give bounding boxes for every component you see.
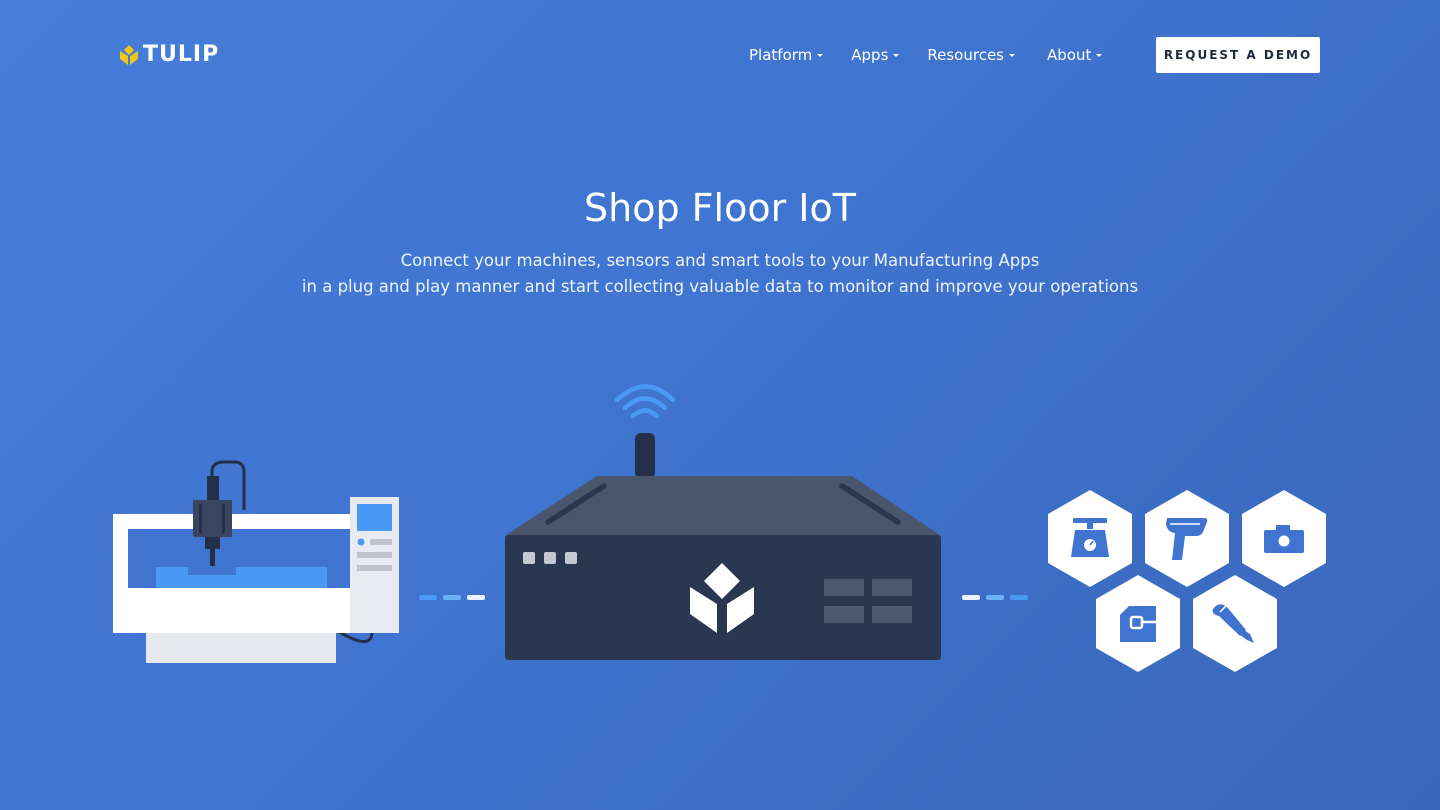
barcode-scanner-icon xyxy=(1145,490,1229,587)
wifi-icon xyxy=(614,384,676,419)
tulip-gateway-illustration xyxy=(505,384,941,660)
iot-illustration xyxy=(113,384,1326,672)
scale-icon xyxy=(1048,490,1132,587)
camera-icon xyxy=(1242,490,1326,587)
connection-dashes-left xyxy=(419,595,485,600)
sensor-icon xyxy=(1096,575,1180,672)
screwdriver-icon xyxy=(1193,575,1277,672)
cnc-machine-illustration xyxy=(113,460,399,663)
connection-dashes-right xyxy=(962,595,1028,600)
